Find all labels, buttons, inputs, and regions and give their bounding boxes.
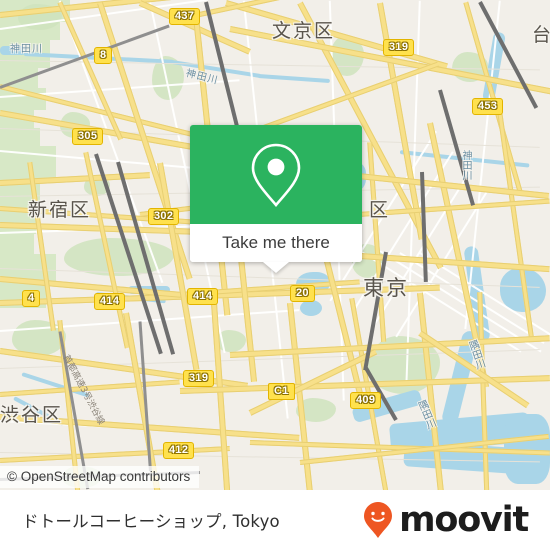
road-shield-437: 437: [169, 8, 201, 25]
park-area: [0, 128, 40, 146]
road-shield-319: 319: [183, 370, 215, 387]
road-shield-4: 4: [22, 290, 41, 307]
road-shield-c1: C1: [268, 383, 295, 400]
road-shield-414: 414: [94, 293, 126, 310]
moovit-wordmark: moovit: [399, 499, 529, 540]
osm-attribution[interactable]: © OpenStreetMap contributors: [0, 466, 200, 488]
river-kandagawa: [257, 74, 330, 84]
main-road: [0, 445, 230, 463]
card-icon-area: [190, 125, 362, 224]
place-label-taito: 台: [532, 24, 550, 46]
place-label-tokyo: 東京: [363, 276, 409, 300]
place-label-ku: 区: [369, 199, 391, 221]
take-me-there-label: Take me there: [190, 224, 362, 262]
place-label-shinjuku: 新宿区: [28, 199, 92, 221]
place-label-shibuya: 渋谷区: [0, 404, 64, 426]
place-label-bunkyo: 文京区: [272, 20, 336, 42]
road-shield-20: 20: [290, 285, 315, 302]
road-shield-453: 453: [472, 98, 504, 115]
moovit-map-page: 文京区 台 新宿区 区 東京 渋谷区 神田川 神田川 神田川 隅田川 隅田川 首…: [0, 0, 550, 550]
moovit-pin-smiley-icon: [364, 502, 393, 538]
take-me-there-card[interactable]: Take me there: [190, 125, 362, 273]
road-shield-305: 305: [72, 128, 104, 145]
road-shield-302: 302: [148, 208, 180, 225]
park-area: [0, 234, 34, 254]
road-shield-8: 8: [94, 47, 113, 64]
moovit-logo[interactable]: moovit: [363, 499, 529, 540]
road-shield-412: 412: [163, 442, 195, 459]
road-shield-319: 319: [383, 39, 415, 56]
river-label-kandagawa: 神田川: [10, 44, 43, 55]
road-shield-414: 414: [187, 288, 219, 305]
water-area: [300, 300, 322, 316]
road-shield-409: 409: [350, 392, 382, 409]
card-pointer: [263, 262, 289, 273]
place-title: ドトールコーヒーショップ, Tokyo: [22, 512, 280, 531]
map-canvas[interactable]: 文京区 台 新宿区 区 東京 渋谷区 神田川 神田川 神田川 隅田川 隅田川 首…: [0, 0, 550, 490]
river-label-kandagawa: 神田川: [460, 150, 471, 180]
footer-bar: ドトールコーヒーショップ, Tokyo moovit: [0, 490, 550, 550]
map-pin-icon: [251, 143, 301, 207]
